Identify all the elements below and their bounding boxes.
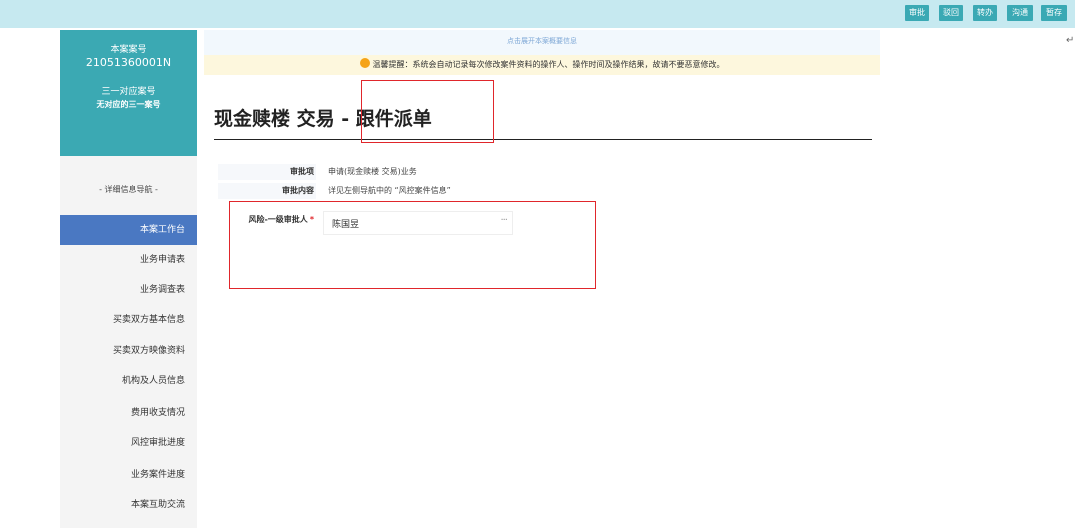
- active-arrow-icon: [197, 224, 203, 236]
- reject-button[interactable]: 驳回: [939, 5, 963, 21]
- expand-summary-link[interactable]: 点击展开本案概要信息: [204, 30, 880, 55]
- detail-nav: - 详细信息导航 - 本案工作台 业务申请表 业务调查表 买卖双方基本信息 买卖…: [60, 156, 203, 528]
- nav-item-org-staff[interactable]: 机构及人员信息: [60, 366, 197, 396]
- highlight-box-approver: [229, 201, 596, 289]
- transfer-button[interactable]: 转办: [973, 5, 997, 21]
- warning-icon: [359, 58, 370, 68]
- title-divider: [214, 139, 872, 140]
- nav-item-exchange[interactable]: 本案互助交流: [60, 490, 197, 520]
- info-row-approval-item: 审批项 申请(现金赎楼 交易)业务: [218, 164, 718, 180]
- nav-item-case-progress[interactable]: 业务案件进度: [60, 460, 197, 490]
- notice-banner: 温馨提醒：系统会自动记录每次修改案件资料的操作人、操作时间及操作结果，故请不要恶…: [204, 55, 880, 75]
- nav-title: - 详细信息导航 -: [99, 185, 158, 194]
- case-number-label: 本案案号: [110, 45, 147, 55]
- case-info-panel: 本案案号 21051360001N 三一对应案号 无对应的三一案号: [60, 30, 197, 156]
- info-label: 审批内容: [218, 183, 316, 199]
- nav-item-workbench[interactable]: 本案工作台: [60, 215, 203, 245]
- paragraph-mark: ↵: [1066, 35, 1075, 46]
- approve-button[interactable]: 审批: [905, 5, 929, 21]
- info-label: 审批项: [218, 164, 316, 180]
- page: 审批 驳回 转办 沟通 暂存 ↵ 本案案号 21051360001N 三一对应案…: [0, 0, 1075, 528]
- info-value: 详见左侧导航中的 “风控案件信息”: [328, 186, 451, 195]
- nav-item-survey[interactable]: 业务调查表: [60, 275, 197, 305]
- nav-item-application[interactable]: 业务申请表: [60, 245, 197, 275]
- linked-case-value: 无对应的三一案号: [96, 100, 161, 109]
- linked-case-label: 三一对应案号: [101, 87, 156, 97]
- highlight-box-title: [361, 80, 494, 143]
- info-value: 申请(现金赎楼 交易)业务: [328, 167, 417, 176]
- nav-item-parties-info[interactable]: 买卖双方基本信息: [60, 305, 197, 335]
- nav-item-risk-progress[interactable]: 风控审批进度: [60, 428, 197, 458]
- case-number: 21051360001N: [85, 56, 172, 69]
- info-row-approval-content: 审批内容 详见左侧导航中的 “风控案件信息”: [218, 183, 718, 199]
- nav-item-parties-images[interactable]: 买卖双方映像资料: [60, 336, 197, 366]
- save-draft-button[interactable]: 暂存: [1041, 5, 1067, 21]
- nav-item-fees[interactable]: 费用收支情况: [60, 398, 197, 428]
- notice-text: 温馨提醒：系统会自动记录每次修改案件资料的操作人、操作时间及操作结果，故请不要恶…: [372, 60, 725, 69]
- communicate-button[interactable]: 沟通: [1007, 5, 1033, 21]
- nav-item-label: 本案工作台: [139, 225, 185, 235]
- top-toolbar: 审批 驳回 转办 沟通 暂存: [0, 0, 1075, 28]
